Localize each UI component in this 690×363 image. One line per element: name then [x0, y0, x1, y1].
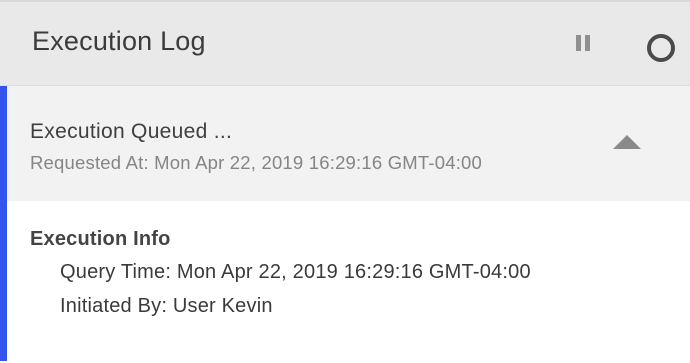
execution-log-panel: Execution Log Execution Queued ... Reque…	[0, 0, 690, 363]
pause-button[interactable]	[570, 30, 598, 58]
entry-requested-at: Requested At: Mon Apr 22, 2019 16:29:16 …	[30, 152, 483, 173]
query-time: Query Time: Mon Apr 22, 2019 16:29:16 GM…	[60, 261, 531, 283]
initiated-by: Initiated By: User Kevin	[60, 295, 273, 317]
panel-title: Execution Log	[32, 26, 206, 56]
entry-details: Execution Info Query Time: Mon Apr 22, 2…	[0, 201, 690, 361]
panel-header: Execution Log	[0, 2, 690, 86]
pause-icon	[576, 35, 590, 51]
details-title: Execution Info	[30, 228, 171, 250]
collapse-button[interactable]	[610, 132, 644, 152]
log-entry[interactable]: Execution Queued ... Requested At: Mon A…	[0, 86, 690, 201]
triangle-up-icon	[613, 135, 641, 149]
entry-title: Execution Queued ...	[30, 120, 233, 143]
loading-button[interactable]	[644, 31, 678, 65]
loading-ring-icon	[647, 34, 675, 62]
